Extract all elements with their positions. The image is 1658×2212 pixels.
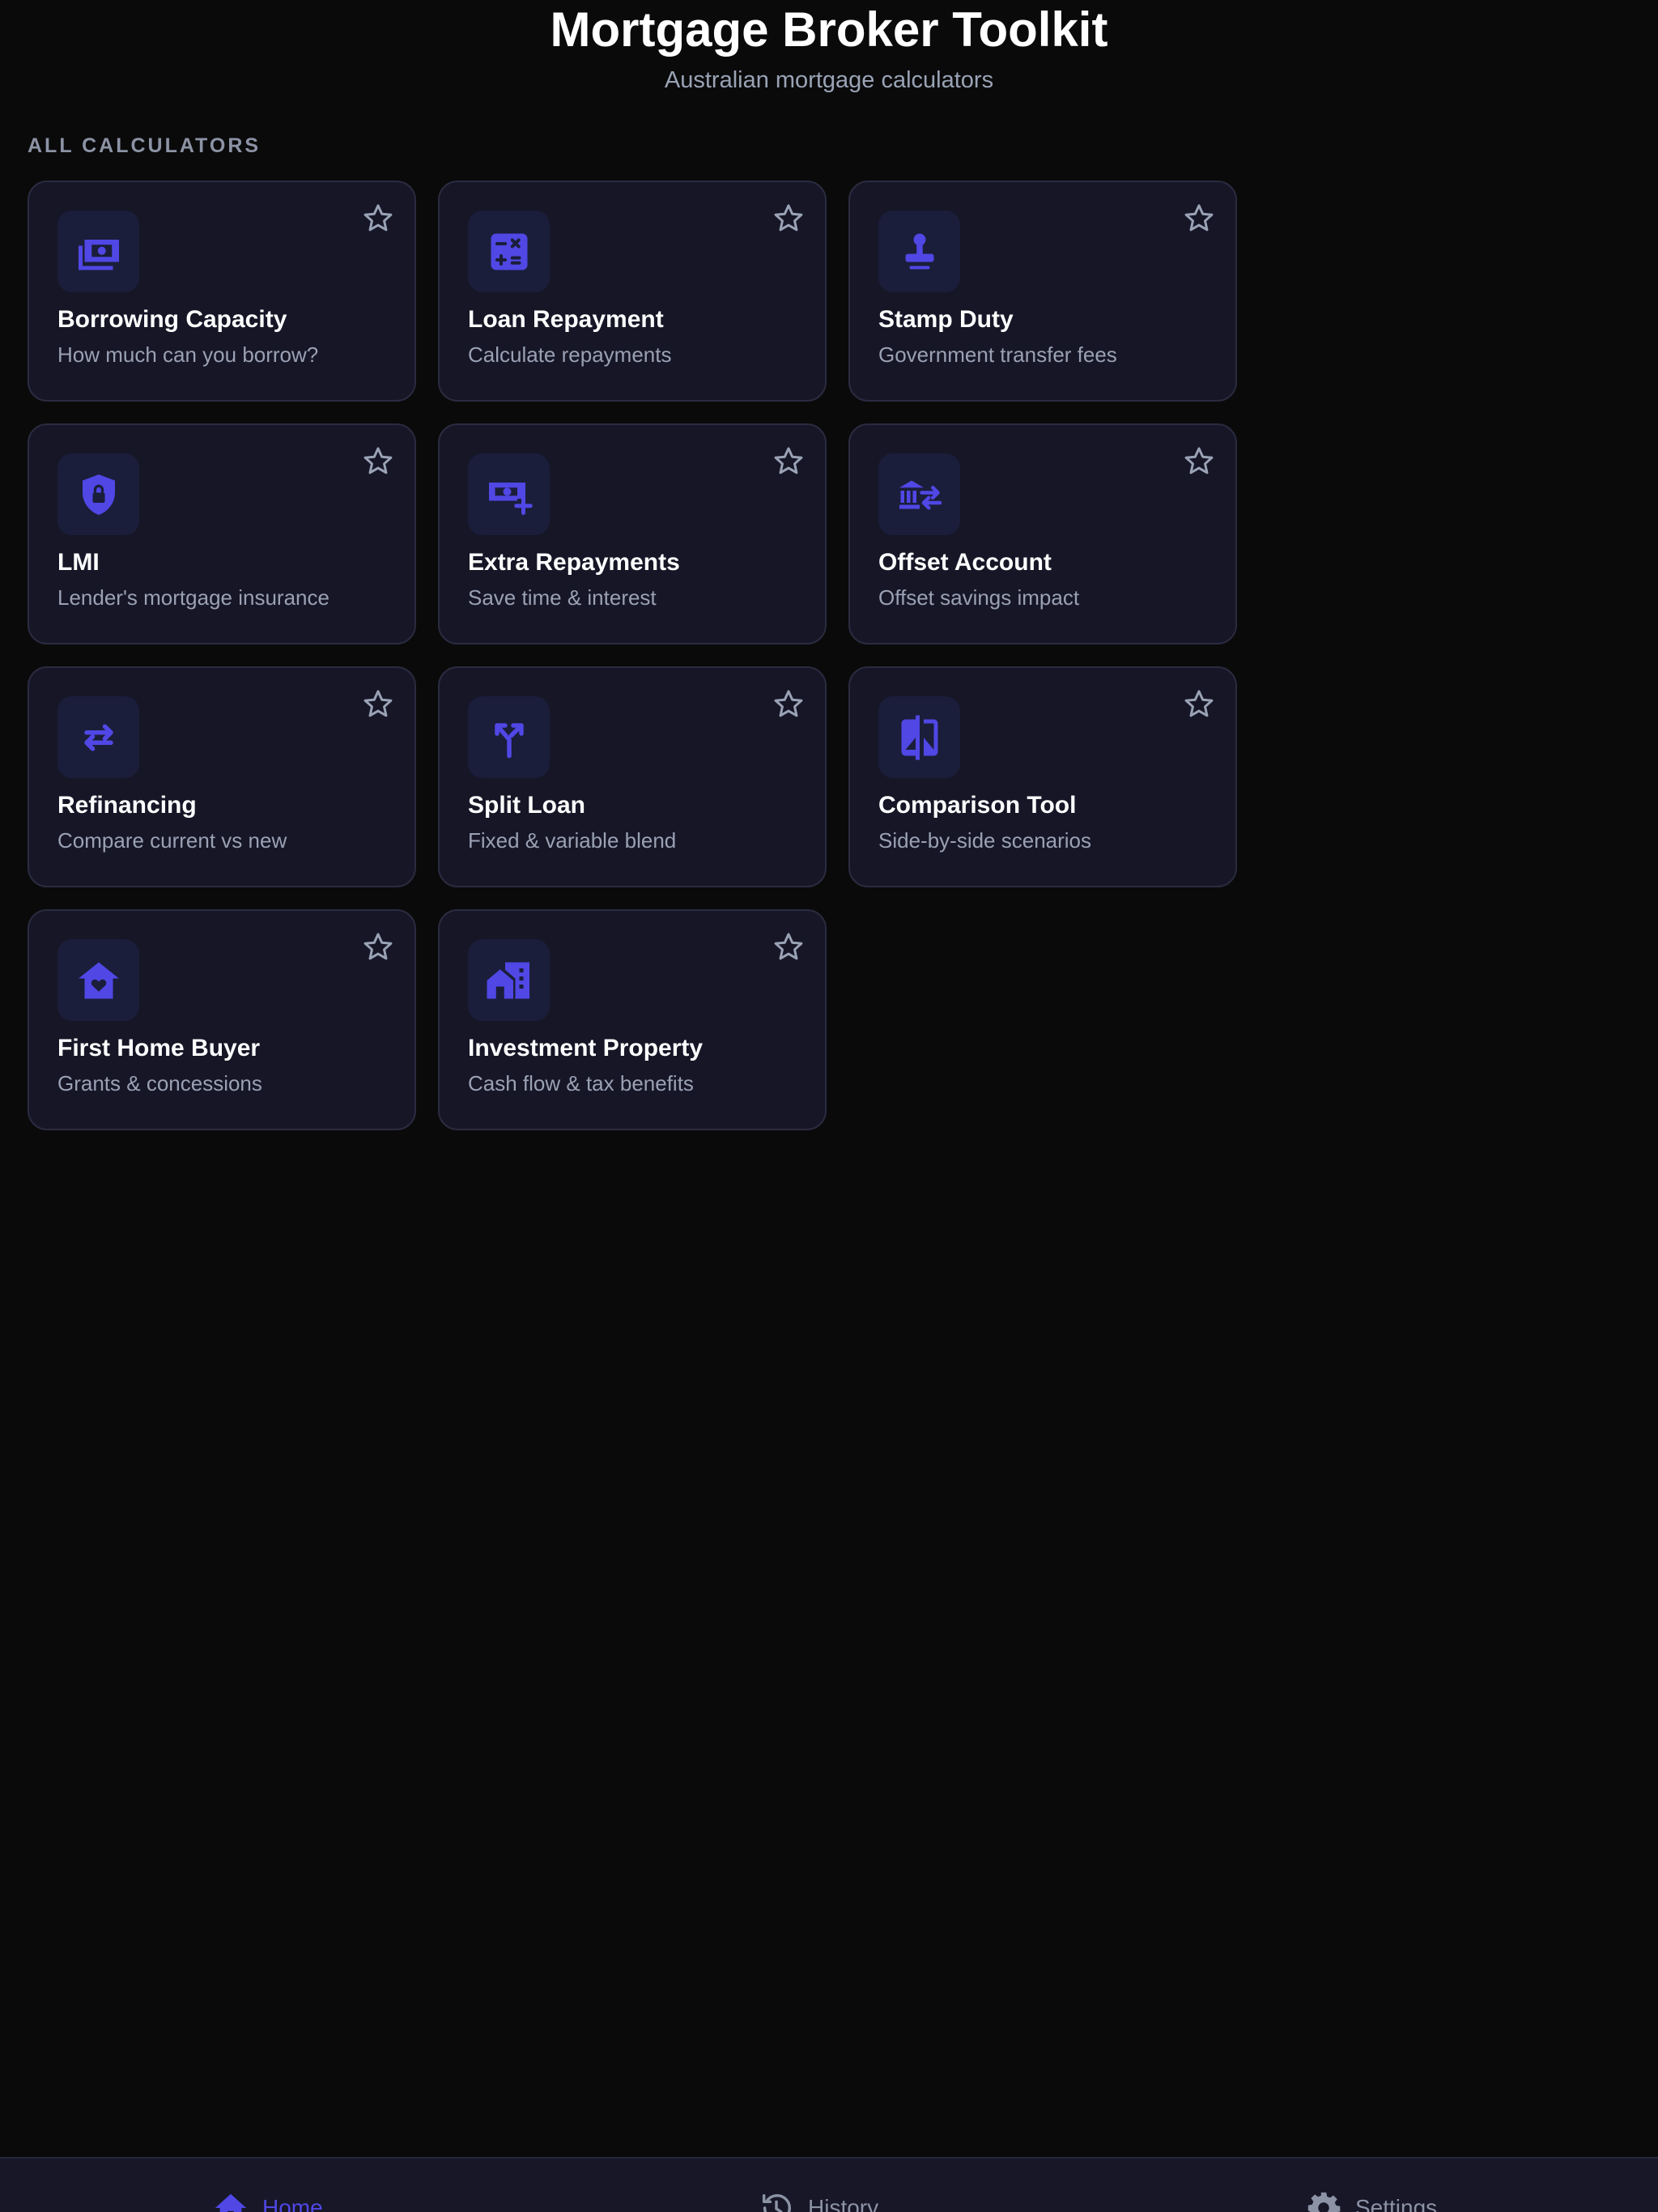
nav-label: Settings [1355,2195,1438,2212]
card-title: Offset Account [878,549,1052,576]
card-description: Compare current vs new [57,828,287,853]
calculator-card-investment-property[interactable]: Investment Property Cash flow & tax bene… [438,909,827,1130]
card-title: First Home Buyer [57,1035,261,1061]
calculator-card-comparison-tool[interactable]: Comparison Tool Side-by-side scenarios [848,666,1237,887]
card-description: Calculate repayments [468,342,672,367]
money-plus-icon [468,453,550,535]
card-title: Refinancing [57,792,197,819]
history-icon [762,2193,791,2212]
favorite-star-icon[interactable] [361,445,395,479]
calculator-card-refinancing[interactable]: Refinancing Compare current vs new [28,666,416,887]
calculator-card-first-home-buyer[interactable]: First Home Buyer Grants & concessions [28,909,416,1130]
card-title: Borrowing Capacity [57,306,287,333]
calculator-icon [468,211,550,292]
card-title: Split Loan [468,792,585,819]
card-title: Stamp Duty [878,306,1014,333]
money-stack-icon [57,211,139,292]
card-description: Government transfer fees [878,342,1117,367]
home-screen: Mortgage Broker Toolkit Australian mortg… [0,0,1658,2212]
bottom-navigation: Home History Settings [0,2157,1658,2212]
card-title: Investment Property [468,1035,704,1061]
favorite-star-icon[interactable] [361,687,395,721]
calculator-card-split-loan[interactable]: Split Loan Fixed & variable blend [438,666,827,887]
favorite-star-icon[interactable] [772,687,806,721]
card-description: Save time & interest [468,585,657,610]
stamp-icon [878,211,960,292]
card-title: LMI [57,549,100,576]
card-title: Comparison Tool [878,792,1077,819]
home-heart-icon [57,939,139,1021]
page-title: Mortgage Broker Toolkit [550,2,1108,57]
card-description: Lender's mortgage insurance [57,585,329,610]
city-buildings-icon [468,939,550,1021]
section-heading: ALL CALCULATORS [28,134,261,157]
calculator-card-lmi[interactable]: LMI Lender's mortgage insurance [28,423,416,644]
favorite-star-icon[interactable] [772,445,806,479]
favorite-star-icon[interactable] [1182,445,1216,479]
calculator-card-stamp-duty[interactable]: Stamp Duty Government transfer fees [848,181,1237,402]
favorite-star-icon[interactable] [361,930,395,964]
nav-label: Home [262,2195,323,2212]
card-description: How much can you borrow? [57,342,319,367]
calculator-card-offset-account[interactable]: Offset Account Offset savings impact [848,423,1237,644]
favorite-star-icon[interactable] [1182,687,1216,721]
card-title: Loan Repayment [468,306,664,333]
shield-lock-icon [57,453,139,535]
nav-item-history[interactable]: History [758,2189,878,2212]
nav-item-home[interactable]: Home [212,2189,323,2212]
card-description: Cash flow & tax benefits [468,1071,694,1095]
card-description: Side-by-side scenarios [878,828,1092,853]
nav-label: History [808,2195,879,2212]
home-icon [215,2193,247,2212]
split-arrows-icon [468,696,550,778]
card-description: Grants & concessions [57,1071,262,1095]
compare-icon [878,696,960,778]
card-title: Extra Repayments [468,549,680,576]
card-description: Fixed & variable blend [468,828,677,853]
favorite-star-icon[interactable] [361,202,395,236]
nav-item-settings[interactable]: Settings [1305,2189,1437,2212]
calculator-grid: Borrowing Capacity How much can you borr… [28,181,1237,1130]
page-subtitle: Australian mortgage calculators [664,67,994,93]
card-description: Offset savings impact [878,585,1080,610]
favorite-star-icon[interactable] [772,202,806,236]
favorite-star-icon[interactable] [1182,202,1216,236]
gear-icon [1307,2192,1341,2212]
calculator-card-borrowing-capacity[interactable]: Borrowing Capacity How much can you borr… [28,181,416,402]
bank-transfer-icon [878,453,960,535]
favorite-star-icon[interactable] [772,930,806,964]
calculator-card-loan-repayment[interactable]: Loan Repayment Calculate repayments [438,181,827,402]
swap-arrows-icon [57,696,139,778]
calculator-card-extra-repayments[interactable]: Extra Repayments Save time & interest [438,423,827,644]
